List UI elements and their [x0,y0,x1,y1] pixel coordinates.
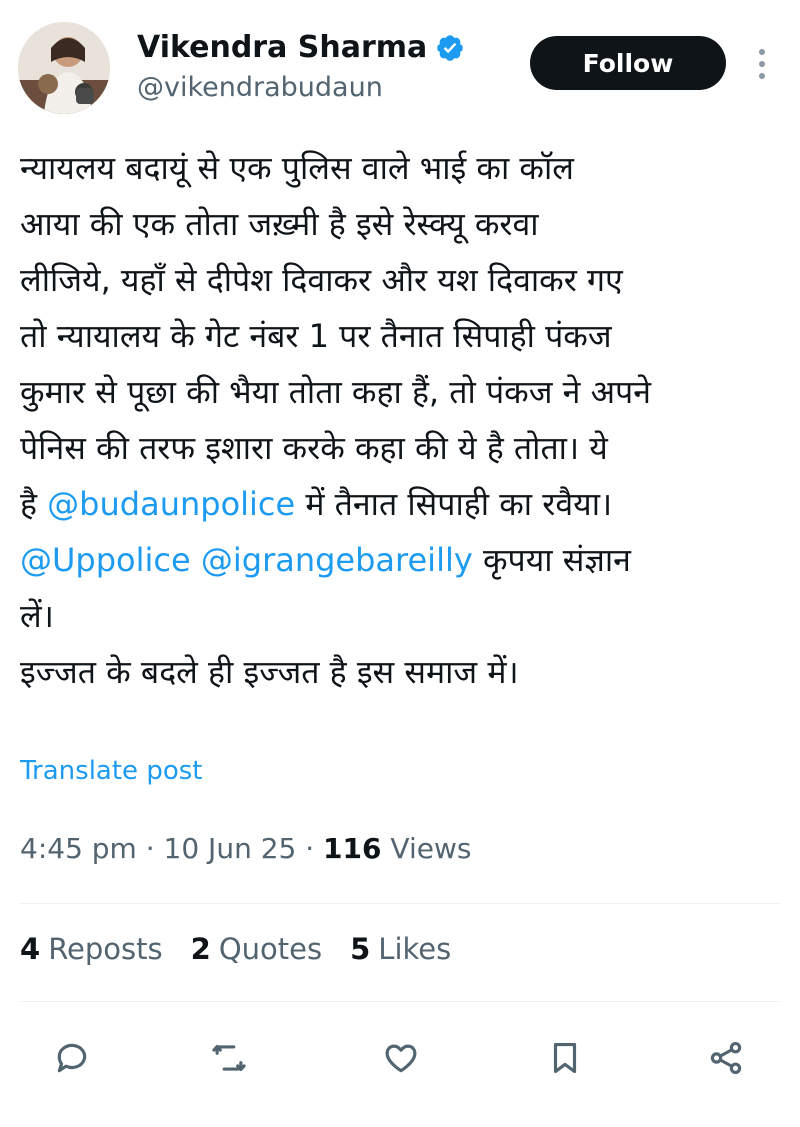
post-text-line: इज्जत के बदले ही इज्जत है इस समाज में। [20,644,790,700]
engagement-stats: 4 Reposts 2 Quotes 5 Likes [20,932,451,966]
avatar[interactable] [18,22,110,114]
post-text-segment: कृपया संज्ञान [472,541,631,579]
post-detail: Vikendra Sharma @vikendrabudaun Follow न… [0,0,800,1127]
likes-count: 5 [350,932,371,966]
post-text-segment: तो न्यायालय के गेट नंबर 1 पर तैनात सिपाह… [20,317,612,355]
follow-button[interactable]: Follow [530,36,726,90]
likes-label: Likes [378,932,452,966]
post-text-segment: आया की एक तोता जख़्मी है इसे रेस्क्यू कर… [20,205,539,243]
post-text-line: पेनिस की तरफ इशारा करके कहा की ये है तोत… [20,420,790,476]
reposts-label: Reposts [48,932,163,966]
post-text-line: आया की एक तोता जख़्मी है इसे रेस्क्यू कर… [20,196,790,252]
post-text-segment: न्यायलय बदायूं से एक पुलिस वाले भाई का क… [20,149,574,187]
bookmark-icon [553,1042,577,1074]
divider [20,903,780,904]
post-meta: 4:45 pm · 10 Jun 25 · 116 Views [20,832,471,865]
action-bar [0,1030,800,1086]
post-time[interactable]: 4:45 pm [20,832,137,865]
post-text-segment: इज्जत के बदले ही इज्जत है इस समाज में। [20,653,519,691]
post-text-line: न्यायलय बदायूं से एक पुलिस वाले भाई का क… [20,140,790,196]
post-text-line: लीजिये, यहाँ से दीपेश दिवाकर और यश दिवाक… [20,252,790,308]
display-name-text: Vikendra Sharma [137,30,428,65]
post-text: न्यायलय बदायूं से एक पुलिस वाले भाई का क… [20,140,790,700]
post-text-line: लें। [20,588,790,644]
post-text-segment [191,541,201,579]
post-text-segment: कुमार से पूछा की भैया तोता कहा हैं, तो प… [20,373,651,411]
post-text-segment: में तैनात सिपाही का रवैया। [295,485,613,523]
verified-badge-icon [437,34,464,61]
reposts-stat[interactable]: 4 Reposts [20,932,163,966]
reposts-count: 4 [20,932,41,966]
share-icon [710,1042,742,1074]
author-handle[interactable]: @vikendrabudaun [137,72,383,103]
post-text-segment: लीजिये, यहाँ से दीपेश दिवाकर और यश दिवाक… [20,261,623,299]
post-text-segment: है [20,485,48,523]
quotes-count: 2 [190,932,211,966]
post-text-line: तो न्यायालय के गेट नंबर 1 पर तैनात सिपाह… [20,308,790,364]
share-button[interactable] [698,1030,754,1086]
like-button[interactable] [373,1030,429,1086]
mention-link[interactable]: @Uppolice [20,541,191,579]
translate-post-link[interactable]: Translate post [20,756,202,786]
more-options-icon[interactable] [750,44,774,84]
post-text-line: @Uppolice @igrangebareilly कृपया संज्ञान [20,532,790,588]
reply-button[interactable] [44,1030,100,1086]
bookmark-button[interactable] [537,1030,593,1086]
post-date[interactable]: 10 Jun 25 [164,832,297,865]
post-text-segment: पेनिस की तरफ इशारा करके कहा की ये है तोत… [20,429,608,467]
repost-button[interactable] [201,1030,257,1086]
mention-link[interactable]: @igrangebareilly [201,541,473,579]
quotes-label: Quotes [218,932,323,966]
meta-separator: · [136,832,164,865]
mention-link[interactable]: @budaunpolice [47,485,295,523]
post-text-segment: लें। [20,597,54,635]
likes-stat[interactable]: 5 Likes [350,932,451,966]
display-name[interactable]: Vikendra Sharma [137,30,465,65]
repost-icon [212,1045,246,1071]
reply-icon [57,1043,87,1073]
meta-separator: · [296,832,324,865]
like-icon [385,1044,417,1073]
views-label: Views [381,832,472,865]
divider [20,1001,780,1002]
views-count[interactable]: 116 [323,832,381,865]
post-text-line: कुमार से पूछा की भैया तोता कहा हैं, तो प… [20,364,790,420]
post-text-line: है @budaunpolice में तैनात सिपाही का रवै… [20,476,790,532]
quotes-stat[interactable]: 2 Quotes [191,932,322,966]
